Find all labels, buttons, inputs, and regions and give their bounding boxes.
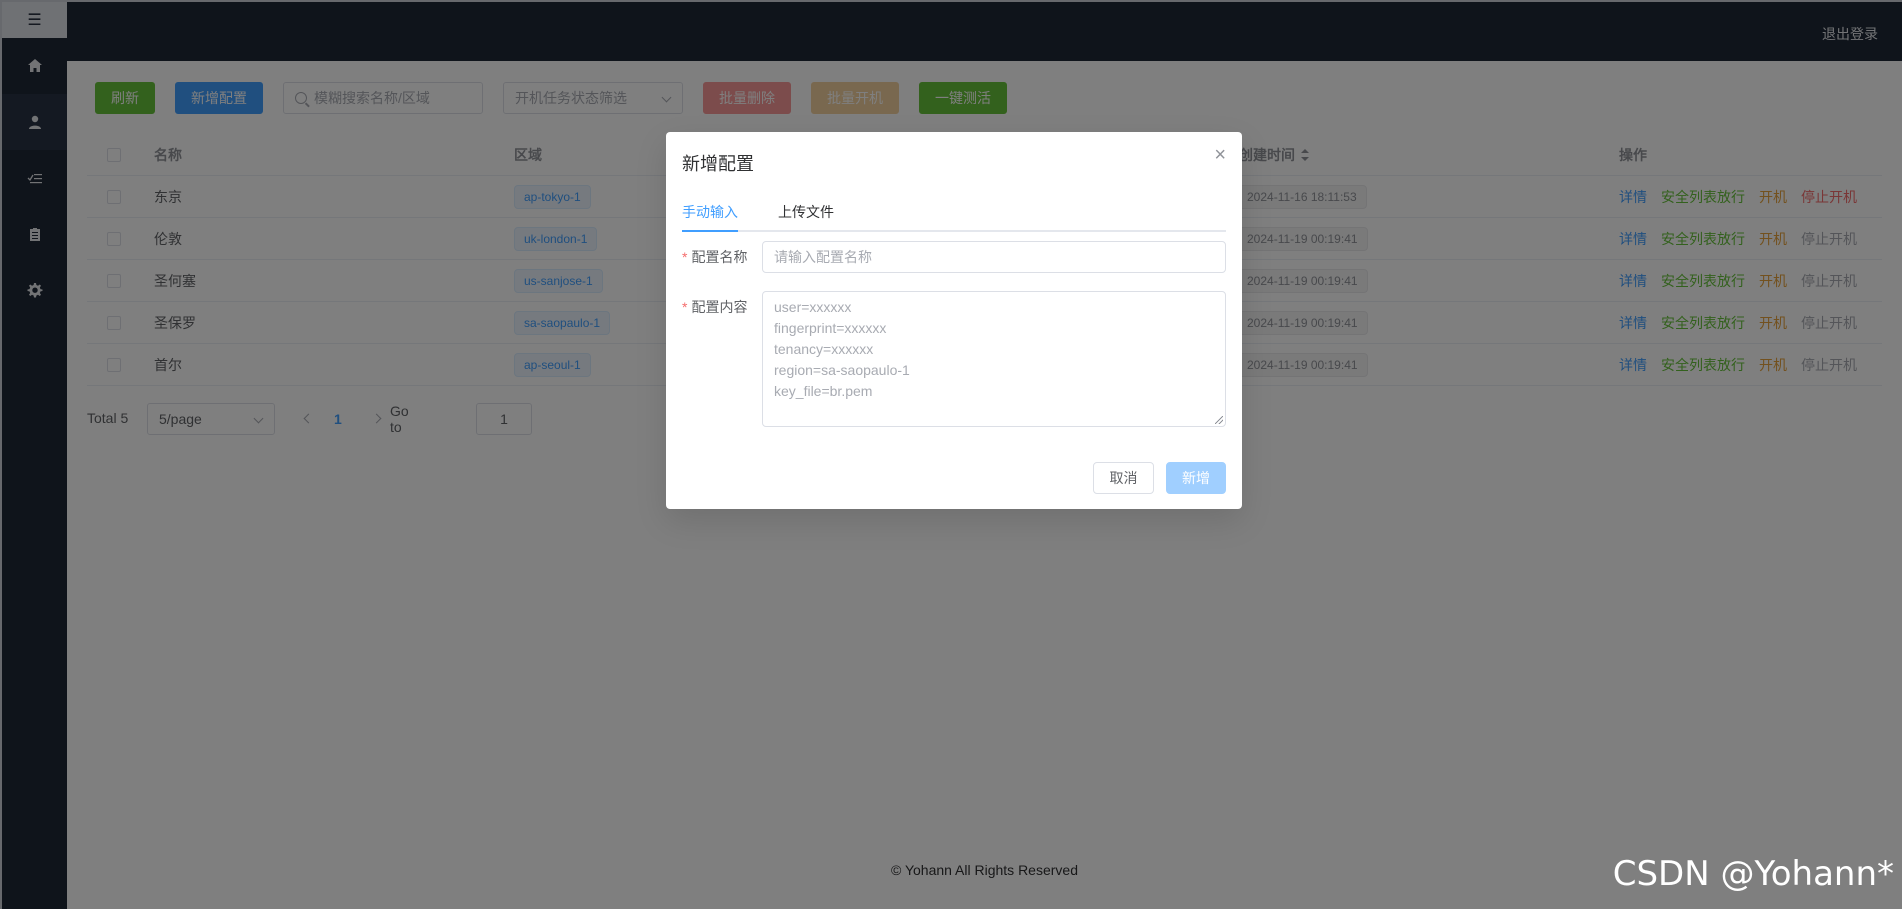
resize-handle-icon[interactable] — [1215, 416, 1223, 424]
dialog-tabs: 手动输入 上传文件 — [682, 192, 1226, 232]
dialog-title: 新增配置 — [682, 154, 754, 174]
config-name-label: * 配置名称 — [682, 249, 748, 265]
watermark: CSDN @Yohann* — [1612, 854, 1894, 894]
cancel-button[interactable]: 取消 — [1093, 462, 1154, 494]
config-content-textarea[interactable]: user=xxxxxx fingerprint=xxxxxx tenancy=x… — [762, 291, 1226, 427]
tab-upload-file[interactable]: 上传文件 — [778, 192, 834, 232]
tab-manual-input[interactable]: 手动输入 — [682, 192, 738, 232]
config-content-label: * 配置内容 — [682, 299, 748, 315]
config-name-input[interactable]: 请输入配置名称 — [762, 241, 1226, 273]
close-icon[interactable]: × — [1214, 144, 1226, 167]
active-tab-indicator — [682, 230, 738, 232]
submit-button[interactable]: 新增 — [1166, 462, 1226, 494]
add-config-dialog: 新增配置 × 手动输入 上传文件 * 配置名称 请输入配置名称 * 配置内容 use… — [666, 132, 1242, 509]
